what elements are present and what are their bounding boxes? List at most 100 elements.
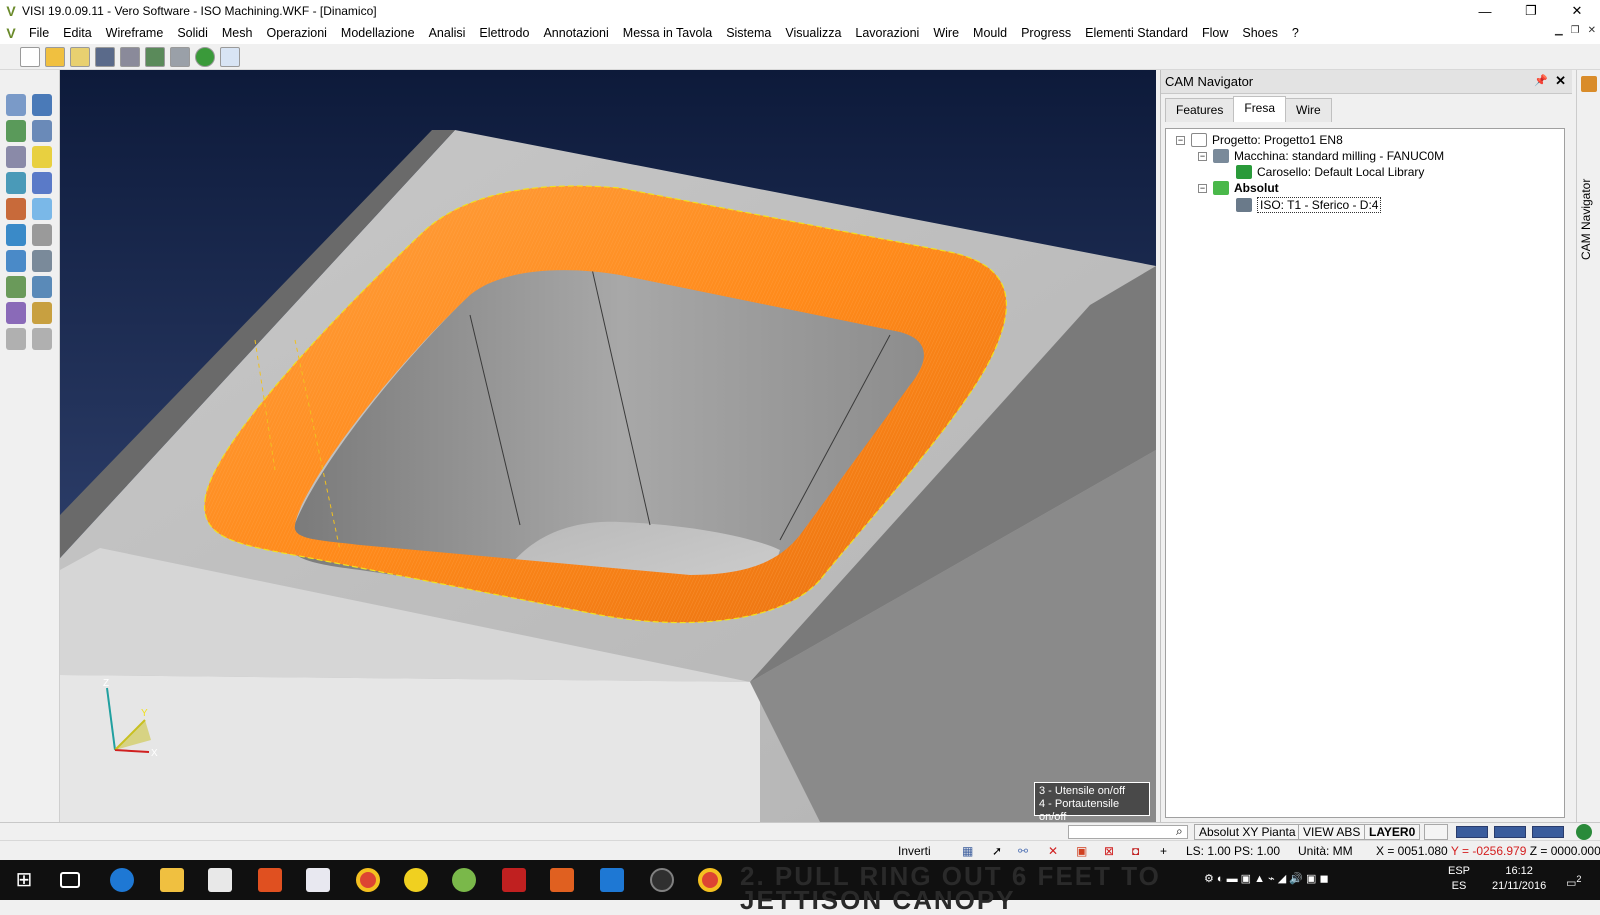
inverti-button[interactable]: Inverti — [898, 844, 931, 858]
menu-file[interactable]: File — [22, 26, 56, 40]
cube-icon[interactable] — [32, 224, 52, 246]
menu-solidi[interactable]: Solidi — [170, 26, 215, 40]
menu-mesh[interactable]: Mesh — [215, 26, 260, 40]
zoom-icon[interactable] — [6, 94, 26, 116]
forward-arrow-icon[interactable] — [32, 328, 52, 350]
clock[interactable]: 16:12 21/11/2016 — [1492, 864, 1546, 894]
query-icon[interactable] — [6, 250, 26, 272]
app-menu-icon[interactable]: V — [0, 25, 22, 41]
menu-edita[interactable]: Edita — [56, 26, 99, 40]
3d-viewport[interactable]: Z Y X — [60, 70, 1156, 822]
collapse-icon[interactable]: − — [1176, 135, 1185, 145]
notifications-icon[interactable]: ▭2 — [1566, 872, 1582, 892]
command-input[interactable] — [1068, 825, 1188, 839]
cam-navigator-dock-tab[interactable]: CAM Navigator — [1579, 110, 1593, 260]
cursor-icon[interactable]: ➚ — [992, 844, 1002, 858]
preview-icon[interactable] — [195, 46, 215, 67]
menu-sistema[interactable]: Sistema — [719, 26, 778, 40]
save-icon[interactable] — [95, 46, 115, 67]
restore-button[interactable]: ❐ — [1508, 0, 1554, 22]
menu-wireframe[interactable]: Wireframe — [99, 26, 171, 40]
delete-icon[interactable]: ✕ — [1048, 844, 1058, 858]
box-select-icon[interactable] — [6, 120, 26, 142]
undo-view-icon[interactable] — [32, 276, 52, 298]
store-icon[interactable] — [208, 868, 232, 892]
tree-node-project[interactable]: − Progetto: Progetto1 EN8 — [1176, 133, 1343, 147]
color-swatch-2[interactable] — [1494, 826, 1526, 838]
select-icon[interactable] — [32, 94, 52, 116]
menu-operazioni[interactable]: Operazioni — [259, 26, 333, 40]
folder-icon[interactable] — [32, 302, 52, 324]
tab-wire[interactable]: Wire — [1285, 98, 1332, 122]
note-icon[interactable] — [32, 146, 52, 168]
tree-node-machine[interactable]: − Macchina: standard milling - FANUC0M — [1198, 149, 1444, 163]
tool-icon[interactable] — [6, 276, 26, 298]
menu-mould[interactable]: Mould — [966, 26, 1014, 40]
stop-icon[interactable]: ◘ — [1132, 844, 1139, 858]
menu-lavorazioni[interactable]: Lavorazioni — [848, 26, 926, 40]
menu-flow[interactable]: Flow — [1195, 26, 1235, 40]
cam-navigator-dock-icon[interactable] — [1581, 76, 1597, 92]
media-player-icon[interactable] — [306, 868, 330, 892]
edge-browser-icon[interactable] — [110, 868, 134, 892]
open-recent-icon[interactable] — [70, 46, 90, 67]
import-icon[interactable] — [145, 46, 165, 67]
snap-icon[interactable]: ⚯ — [1018, 844, 1028, 858]
plane-icon[interactable] — [32, 198, 52, 220]
menu-messa-in-tavola[interactable]: Messa in Tavola — [616, 26, 719, 40]
menu-progress[interactable]: Progress — [1014, 26, 1078, 40]
app-circle-icon[interactable] — [650, 868, 674, 892]
menu-visualizza[interactable]: Visualizza — [778, 26, 848, 40]
task-view-icon[interactable] — [60, 872, 80, 888]
chrome-2-icon[interactable] — [698, 868, 722, 892]
move-icon[interactable] — [6, 146, 26, 168]
tab-fresa[interactable]: Fresa — [1233, 96, 1287, 122]
pin-icon[interactable]: 📌 — [1534, 74, 1548, 87]
calendar-icon[interactable]: ▦ — [962, 844, 973, 858]
layout-icon[interactable] — [220, 46, 240, 67]
menu-annotazioni[interactable]: Annotazioni — [536, 26, 615, 40]
tree-node-absolut[interactable]: − Absolut — [1198, 181, 1279, 195]
mdi-close-button[interactable]: ✕ — [1588, 25, 1596, 36]
curve-icon[interactable] — [6, 172, 26, 194]
solidworks-icon[interactable] — [502, 868, 526, 892]
print-icon[interactable] — [170, 46, 190, 67]
tree-node-iso[interactable]: ISO: T1 - Sferico - D:4 — [1236, 197, 1382, 213]
save-all-icon[interactable] — [120, 46, 140, 67]
color-swatch-1[interactable] — [1456, 826, 1488, 838]
menu-shoes[interactable]: Shoes — [1235, 26, 1284, 40]
minimize-button[interactable]: — — [1462, 0, 1508, 22]
close-button[interactable]: ✕ — [1554, 0, 1600, 22]
add-icon[interactable]: + — [1160, 844, 1167, 858]
layer-field[interactable]: LAYER0 — [1364, 824, 1421, 840]
view-plane-field[interactable]: Absolut XY Pianta — [1194, 824, 1301, 840]
globe-icon[interactable] — [1576, 824, 1592, 840]
menu-elementi-standard[interactable]: Elementi Standard — [1078, 26, 1195, 40]
tree-node-carousel[interactable]: Carosello: Default Local Library — [1236, 165, 1424, 179]
cancel-filter-icon[interactable]: ⊠ — [1104, 844, 1114, 858]
app-fire-icon[interactable] — [258, 868, 282, 892]
menu-help[interactable]: ? — [1285, 26, 1306, 40]
menu-elettrodo[interactable]: Elettrodo — [472, 26, 536, 40]
collapse-icon[interactable]: − — [1198, 151, 1207, 161]
collapse-icon[interactable]: − — [1198, 183, 1207, 193]
layers-icon[interactable] — [6, 198, 26, 220]
start-windows-icon[interactable]: ⊞ — [12, 868, 36, 892]
tray-icons[interactable]: ⚙ ◐ ▬ ▣ ▲ ⌁ ◢ 🔊 ▣ ◼ — [1204, 872, 1329, 887]
measure-icon[interactable] — [32, 250, 52, 272]
language-indicator[interactable]: ESP ES — [1448, 864, 1470, 894]
tab-features[interactable]: Features — [1165, 98, 1235, 122]
view-abs-field[interactable]: VIEW ABS — [1298, 824, 1366, 840]
new-file-icon[interactable] — [20, 46, 40, 67]
app-window-icon[interactable] — [600, 868, 624, 892]
cube-filter-icon[interactable]: ▣ — [1076, 844, 1087, 858]
menu-wire[interactable]: Wire — [926, 26, 966, 40]
mdi-restore-button[interactable]: ❐ — [1571, 25, 1580, 36]
rotate-icon[interactable] — [6, 224, 26, 246]
app-r-icon[interactable] — [550, 868, 574, 892]
visi-taskbar-icon[interactable] — [452, 868, 476, 892]
menu-modellazione[interactable]: Modellazione — [334, 26, 422, 40]
mdi-minimize-button[interactable]: ▁ — [1555, 25, 1563, 36]
edit-icon[interactable] — [32, 172, 52, 194]
pen-icon[interactable] — [32, 120, 52, 142]
